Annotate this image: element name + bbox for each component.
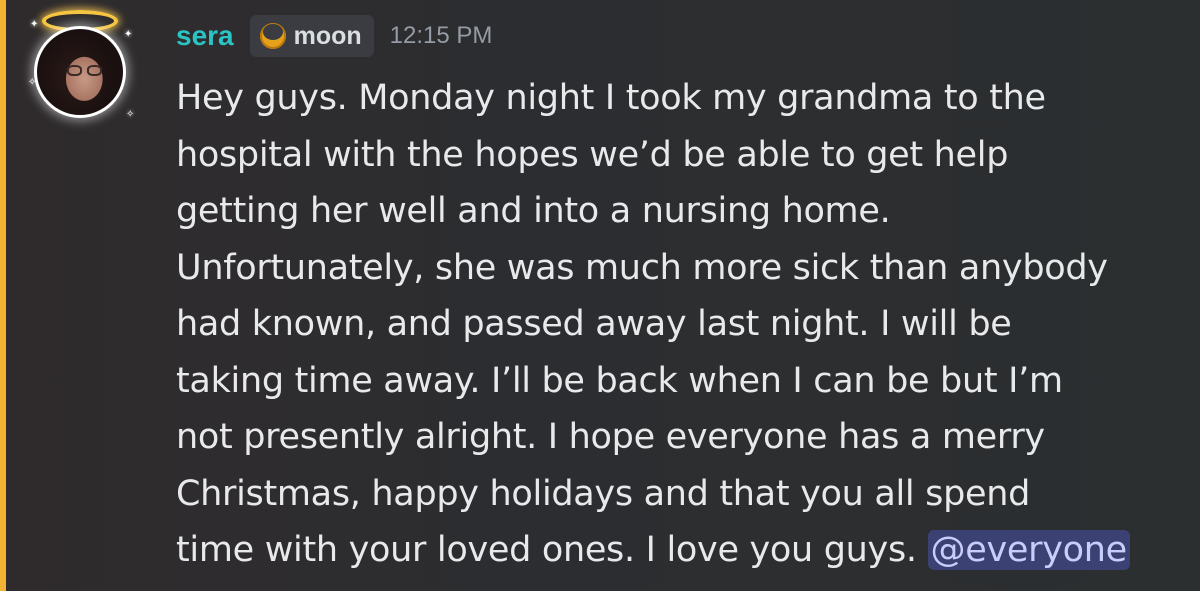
message-timestamp[interactable]: 12:15 PM [390, 22, 493, 50]
mention-highlight-bar [0, 0, 6, 591]
message-line: taking time away. I’ll be back when I ca… [176, 360, 1063, 401]
sparkle-icon: ✧ [28, 77, 37, 88]
message-line-last: time with your loved ones. I love you gu… [176, 522, 1176, 579]
message-line: hospital with the hopes we’d be able to … [176, 134, 1009, 175]
message-line: getting her well and into a nursing home… [176, 191, 891, 231]
message-content: Hey guys. Monday night I took my grandma… [176, 70, 1176, 579]
chat-message: ✦ ✦ ✧ ✧ sera moon 12:15 PM Hey guys. Mon… [0, 0, 1200, 591]
message-line: had known, and passed away last night. I… [176, 304, 1012, 344]
message-line-text: time with your loved ones. I love you gu… [176, 530, 928, 570]
glasses-icon [67, 65, 107, 77]
role-tag[interactable]: moon [249, 15, 374, 57]
sparkle-icon: ✧ [126, 109, 135, 120]
avatar-container[interactable]: ✦ ✦ ✧ ✧ [28, 10, 135, 122]
everyone-mention[interactable]: @everyone [927, 530, 1130, 570]
avatar[interactable] [34, 26, 126, 118]
username[interactable]: sera [176, 20, 234, 52]
sparkle-icon: ✦ [124, 29, 133, 40]
message-line: not presently alright. I hope everyone h… [176, 417, 1045, 457]
message-line: Unfortunately, she was much more sick th… [176, 247, 1108, 288]
message-line: Christmas, happy holidays and that you a… [176, 473, 1031, 514]
message-line: Hey guys. Monday night I took my grandma… [176, 78, 1046, 118]
message-header: sera moon 12:15 PM [176, 14, 492, 58]
sparkle-icon: ✦ [30, 19, 39, 30]
crescent-moon-icon [259, 23, 286, 49]
role-tag-label: moon [293, 21, 362, 50]
